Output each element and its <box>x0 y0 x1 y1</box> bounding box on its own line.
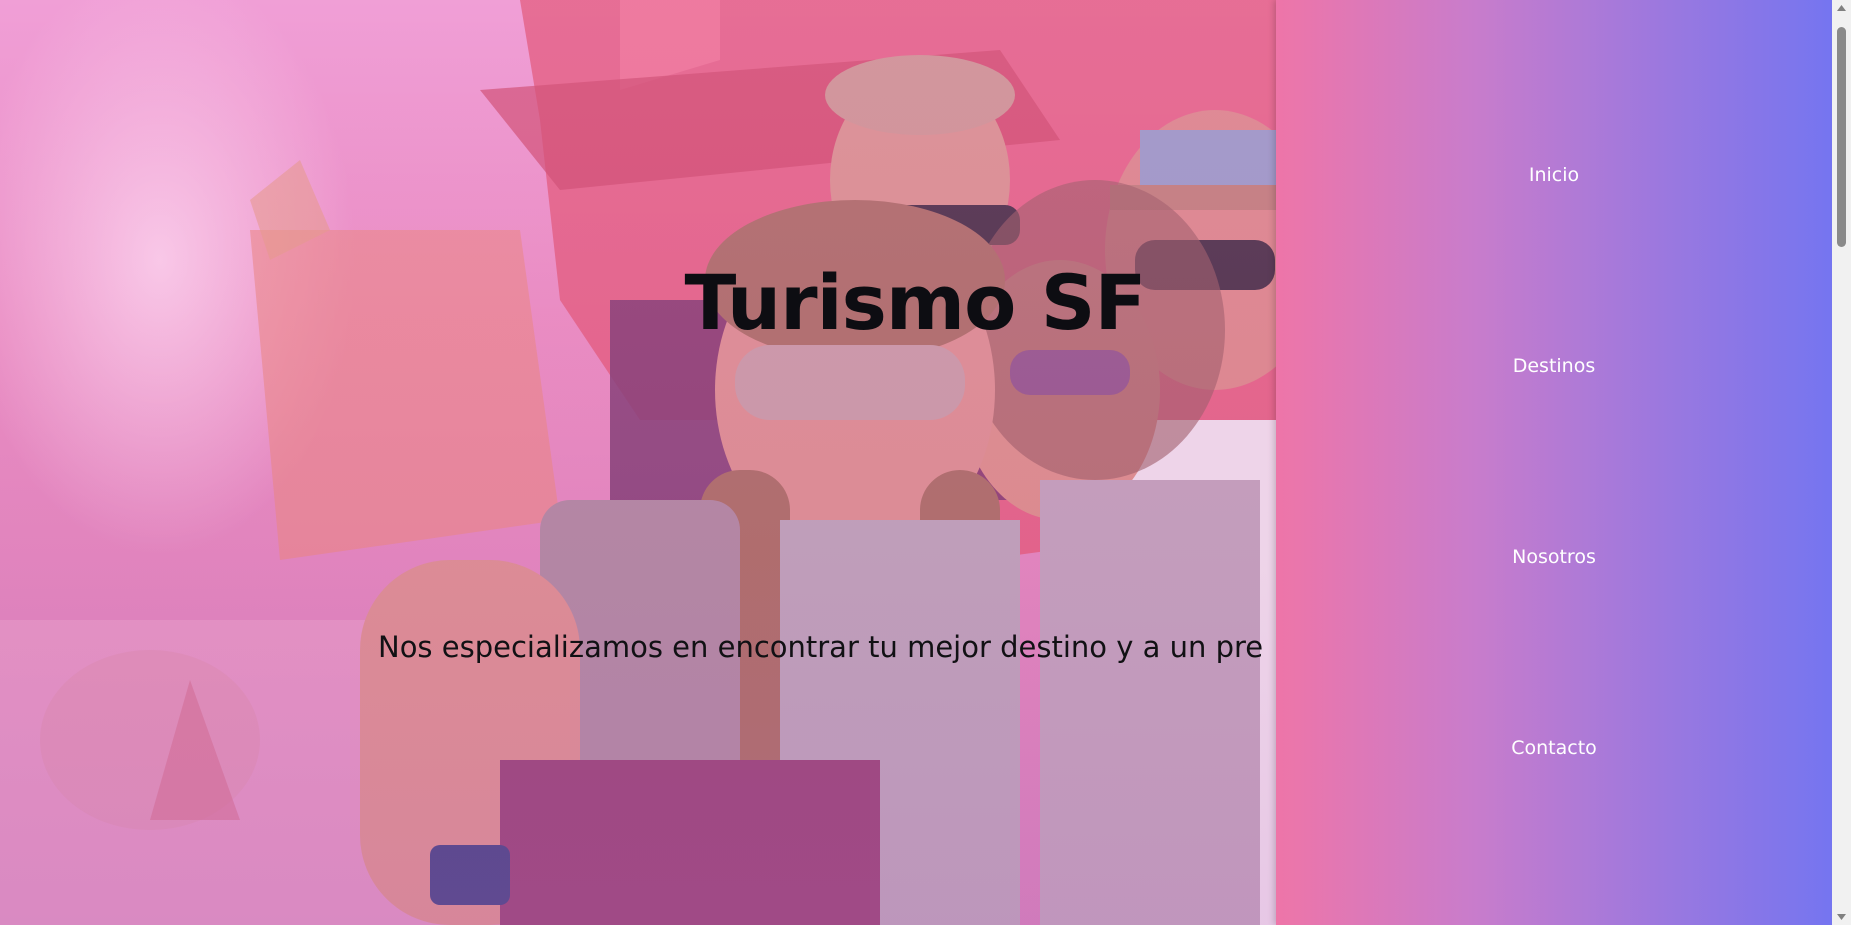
page: Turismo SF Nos especializamos en encontr… <box>0 0 1851 925</box>
page-scrollbar[interactable] <box>1832 0 1851 925</box>
side-navigation: Inicio Destinos Nosotros Contacto <box>1276 0 1832 925</box>
nav-item-destinos[interactable]: Destinos <box>1276 355 1832 377</box>
hero-subtitle: Nos especializamos en encontrar tu mejor… <box>378 630 1264 664</box>
scrollbar-thumb[interactable] <box>1837 27 1846 247</box>
nav-item-contacto[interactable]: Contacto <box>1276 737 1832 759</box>
hero-color-overlay <box>0 0 1276 925</box>
page-title: Turismo SF <box>684 258 1147 347</box>
chevron-up-icon[interactable] <box>1832 0 1851 17</box>
chevron-down-icon[interactable] <box>1832 908 1851 925</box>
hero-photo-container: Turismo SF Nos especializamos en encontr… <box>0 0 1276 925</box>
nav-item-nosotros[interactable]: Nosotros <box>1276 546 1832 568</box>
nav-item-inicio[interactable]: Inicio <box>1276 164 1832 186</box>
hero-section: Turismo SF Nos especializamos en encontr… <box>0 0 1276 925</box>
